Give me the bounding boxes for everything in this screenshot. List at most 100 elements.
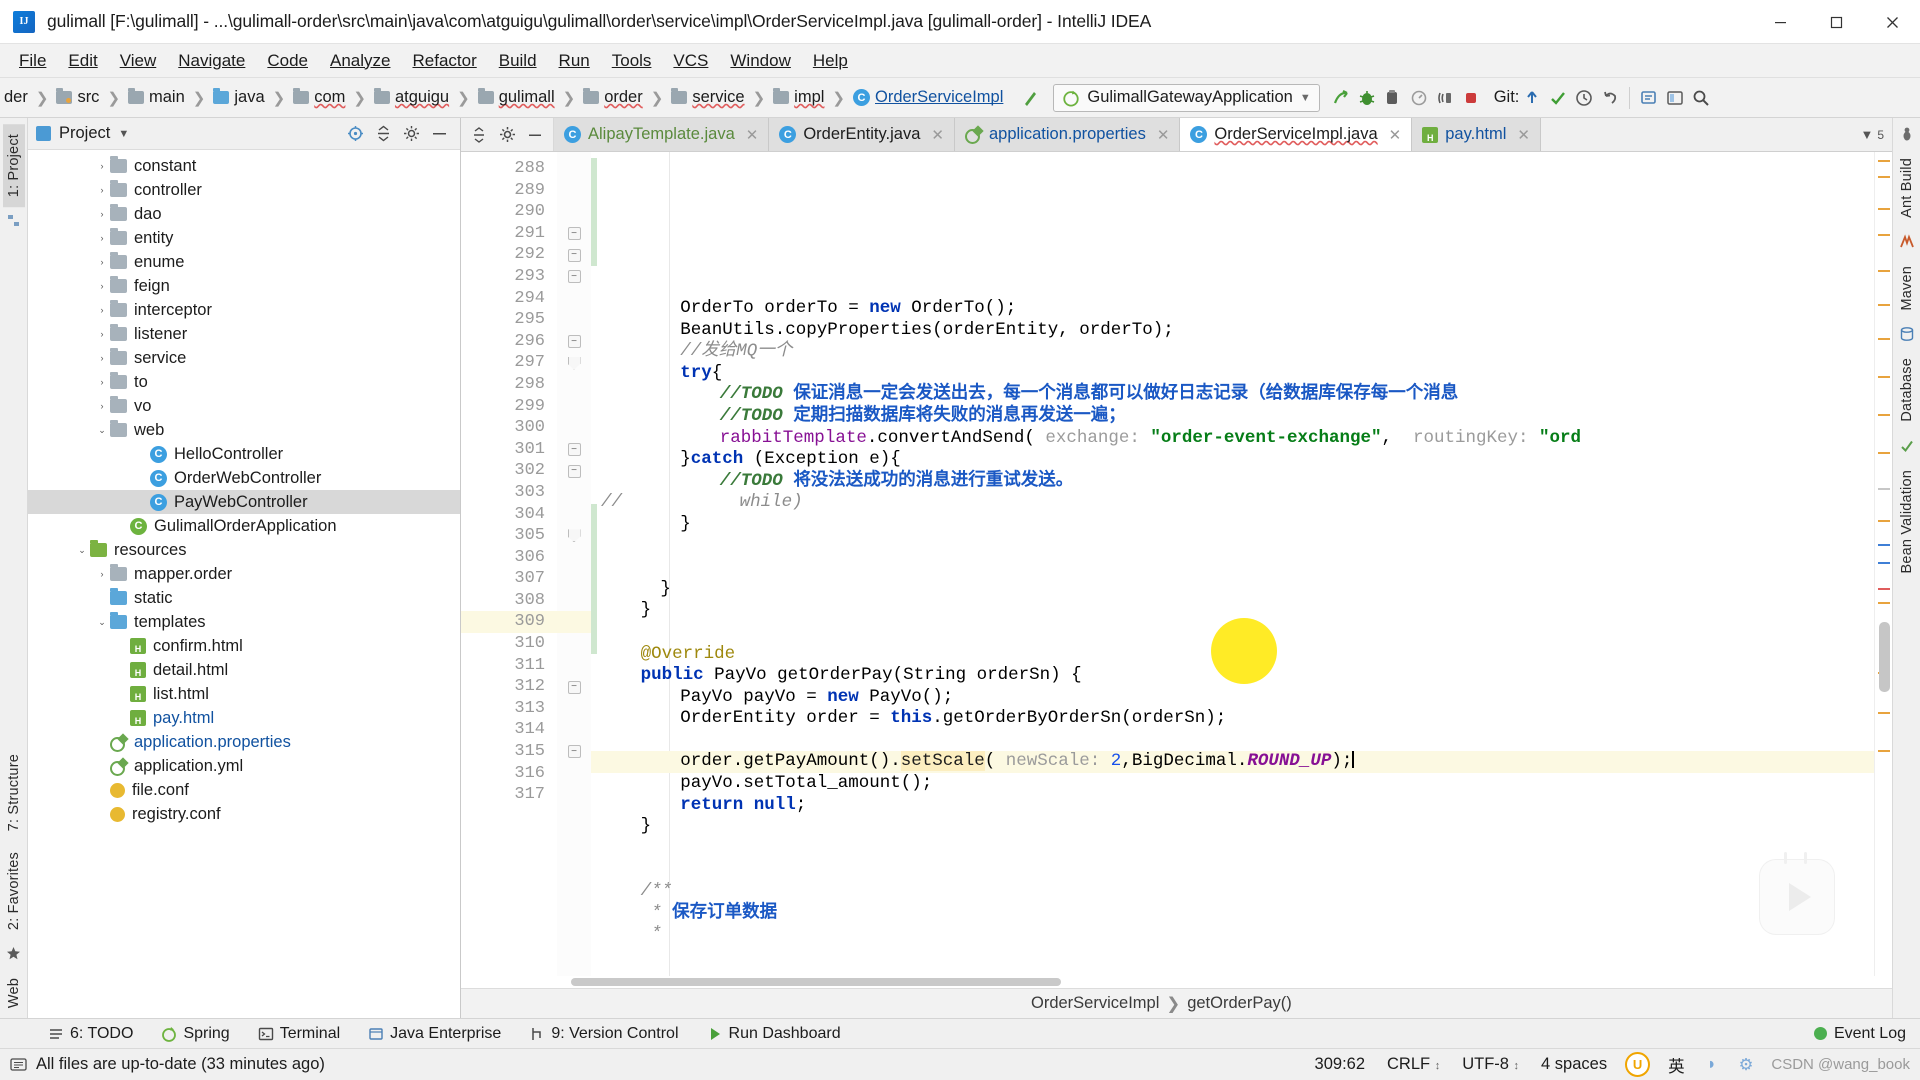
event-log-area[interactable]: Event Log — [1813, 1025, 1920, 1043]
bean-validation-icon[interactable] — [1899, 438, 1915, 454]
line-number[interactable]: 311 — [461, 655, 557, 677]
fold-collapse-icon[interactable]: − — [567, 227, 581, 241]
code-line[interactable]: } — [591, 600, 1874, 622]
fold-marker-cell[interactable] — [557, 698, 591, 720]
fold-end-icon[interactable] — [567, 529, 581, 543]
line-number[interactable]: 317 — [461, 784, 557, 806]
ime-settings-icon[interactable]: ⚙ — [1735, 1053, 1758, 1077]
tool-window-spring[interactable]: Spring — [147, 1022, 243, 1046]
code-line[interactable]: PayVo payVo = new PayVo(); — [591, 687, 1874, 709]
menu-view[interactable]: View — [109, 48, 168, 74]
project-tree[interactable]: › constant › controller › dao › entity › enume › fe… — [28, 150, 460, 1018]
file-encoding[interactable]: UTF-8 ↕ — [1458, 1053, 1523, 1076]
breadcrumb-item-order[interactable]: order — [581, 86, 645, 109]
tree-expand-arrow-icon[interactable]: › — [94, 370, 110, 394]
tree-expand-arrow-icon[interactable]: › — [94, 298, 110, 322]
code-line[interactable]: OrderEntity order = this.getOrderByOrder… — [591, 708, 1874, 730]
tree-expand-arrow-icon[interactable] — [94, 778, 110, 802]
menu-tools[interactable]: Tools — [601, 48, 663, 74]
tree-expand-arrow-icon[interactable] — [134, 490, 150, 514]
tree-expand-arrow-icon[interactable] — [114, 706, 130, 730]
line-number[interactable]: 290 — [461, 201, 557, 223]
fold-end-icon[interactable] — [567, 356, 581, 370]
fold-marker-cell[interactable] — [557, 504, 591, 526]
breadcrumb-item-main[interactable]: main — [126, 86, 187, 109]
fold-marker-cell[interactable]: − — [557, 460, 591, 482]
menu-edit[interactable]: Edit — [57, 48, 108, 74]
editor-tab[interactable]: C OrderEntity.java ✕ — [769, 118, 955, 151]
line-number[interactable]: 304 — [461, 504, 557, 526]
code-line[interactable]: //发给MQ一个 — [591, 341, 1874, 363]
fold-collapse-icon[interactable]: − — [567, 745, 581, 759]
tree-expand-arrow-icon[interactable] — [114, 658, 130, 682]
indent-setting[interactable]: 4 spaces — [1537, 1053, 1611, 1076]
fold-collapse-icon[interactable]: − — [567, 464, 581, 478]
tree-node[interactable]: application.yml — [28, 754, 460, 778]
run-with-coverage-button[interactable] — [1380, 84, 1406, 112]
caret-position[interactable]: 309:62 — [1311, 1053, 1369, 1076]
breadcrumb-item-service[interactable]: service — [669, 86, 746, 109]
breadcrumb-item-gulimall[interactable]: gulimall — [476, 86, 557, 109]
editor-tab[interactable]: application.properties ✕ — [954, 118, 1181, 151]
tree-expand-arrow-icon[interactable] — [94, 802, 110, 826]
line-number[interactable]: 299 — [461, 396, 557, 418]
fold-collapse-icon[interactable]: − — [567, 248, 581, 262]
run-button[interactable] — [1328, 84, 1354, 112]
menu-code[interactable]: Code — [256, 48, 319, 74]
menu-vcs[interactable]: VCS — [662, 48, 719, 74]
code-line[interactable]: //TODO 将没法送成功的消息进行重试发送。 — [591, 471, 1874, 493]
tree-node[interactable]: C OrderWebController — [28, 466, 460, 490]
code-line[interactable] — [591, 859, 1874, 881]
line-number[interactable]: 298 — [461, 374, 557, 396]
line-number[interactable]: 295 — [461, 309, 557, 331]
expand-collapse-icon[interactable] — [467, 123, 491, 147]
code-line[interactable] — [591, 838, 1874, 860]
horizontal-scrollbar-thumb[interactable] — [571, 978, 1061, 986]
menu-run[interactable]: Run — [548, 48, 601, 74]
stop-button[interactable] — [1458, 84, 1484, 112]
tree-expand-arrow-icon[interactable]: › — [94, 226, 110, 250]
fold-marker-cell[interactable] — [557, 525, 591, 547]
stripe-tab-favorites[interactable]: 2: Favorites — [3, 842, 25, 940]
close-icon[interactable]: ✕ — [931, 126, 944, 144]
code-folding-column[interactable]: − − − − − − − − — [557, 152, 591, 976]
tree-expand-arrow-icon[interactable]: › — [94, 154, 110, 178]
code-line[interactable]: OrderTo orderTo = new OrderTo(); — [591, 298, 1874, 320]
code-line[interactable] — [591, 622, 1874, 644]
fold-collapse-icon[interactable]: − — [567, 270, 581, 284]
editor-tab[interactable]: pay.html ✕ — [1412, 118, 1541, 151]
fold-marker-cell[interactable]: − — [557, 223, 591, 245]
code-line[interactable]: payVo.setTotal_amount(); — [591, 773, 1874, 795]
collapse-all-icon[interactable] — [370, 121, 396, 147]
menu-build[interactable]: Build — [488, 48, 548, 74]
line-number-gutter[interactable]: 288 289 290 291 292 293 294 295 296 297 298 299 300 3… — [461, 152, 579, 976]
fold-marker-cell[interactable] — [557, 482, 591, 504]
tree-node[interactable]: detail.html — [28, 658, 460, 682]
fold-marker-cell[interactable] — [557, 288, 591, 310]
line-number[interactable]: 300 — [461, 417, 557, 439]
code-line[interactable]: * — [591, 924, 1874, 946]
fold-marker-cell[interactable] — [557, 719, 591, 741]
tree-node[interactable]: file.conf — [28, 778, 460, 802]
tree-node[interactable]: › service — [28, 346, 460, 370]
fold-marker-cell[interactable] — [557, 180, 591, 202]
code-line[interactable]: }catch (Exception e){ — [591, 449, 1874, 471]
tool-window-todo[interactable]: 6: TODO — [34, 1022, 147, 1046]
code-line[interactable] — [591, 730, 1874, 752]
fold-marker-cell[interactable] — [557, 784, 591, 806]
menu-refactor[interactable]: Refactor — [401, 48, 487, 74]
tree-expand-arrow-icon[interactable]: ⌄ — [94, 418, 110, 442]
line-number[interactable]: 316 — [461, 763, 557, 785]
line-number[interactable]: 305 — [461, 525, 578, 547]
line-number[interactable]: 288 — [461, 158, 557, 180]
tree-node[interactable]: › mapper.order — [28, 562, 460, 586]
tree-node[interactable]: registry.conf — [28, 802, 460, 826]
close-icon[interactable]: ✕ — [746, 126, 759, 144]
tree-node[interactable]: › constant — [28, 154, 460, 178]
hide-panel-icon[interactable] — [426, 121, 452, 147]
breadcrumb-method[interactable]: getOrderPay() — [1187, 994, 1292, 1013]
attach-debugger-icon[interactable] — [1432, 84, 1458, 112]
fold-marker-cell[interactable] — [557, 201, 591, 223]
tree-expand-arrow-icon[interactable]: › — [94, 178, 110, 202]
database-icon[interactable] — [1899, 326, 1915, 342]
